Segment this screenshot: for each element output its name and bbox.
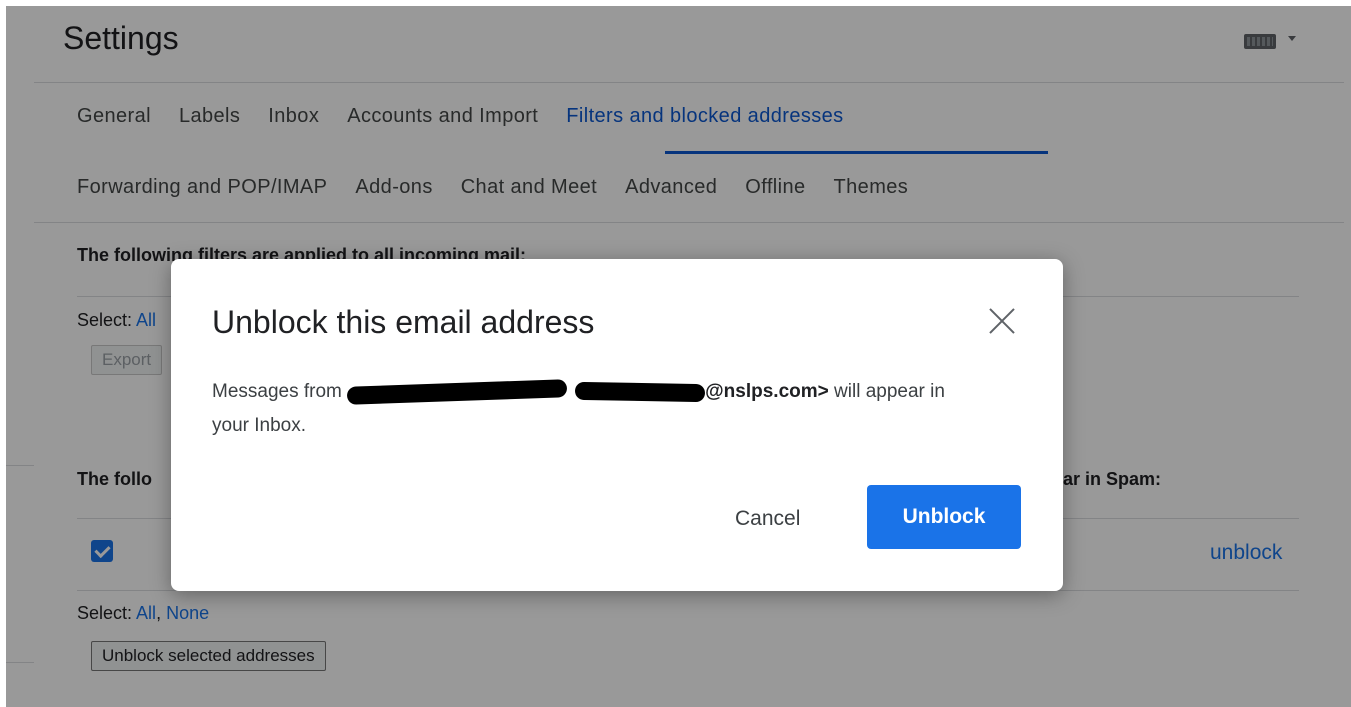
dialog-title: Unblock this email address	[212, 304, 595, 340]
redaction-mark	[575, 381, 706, 403]
unblock-dialog: Unblock this email address Messages from…	[171, 259, 1063, 591]
top-edge	[0, 0, 1351, 6]
close-icon[interactable]	[985, 304, 1019, 338]
dialog-message: Messages from @nslps.com> will appear in…	[212, 375, 972, 443]
cancel-button[interactable]: Cancel	[727, 501, 808, 537]
redaction-mark	[346, 379, 568, 405]
message-prefix: Messages from	[212, 381, 348, 402]
left-edge	[0, 0, 6, 707]
unblock-button[interactable]: Unblock	[867, 485, 1021, 549]
blocked-email-address: @nslps.com>	[705, 381, 829, 402]
